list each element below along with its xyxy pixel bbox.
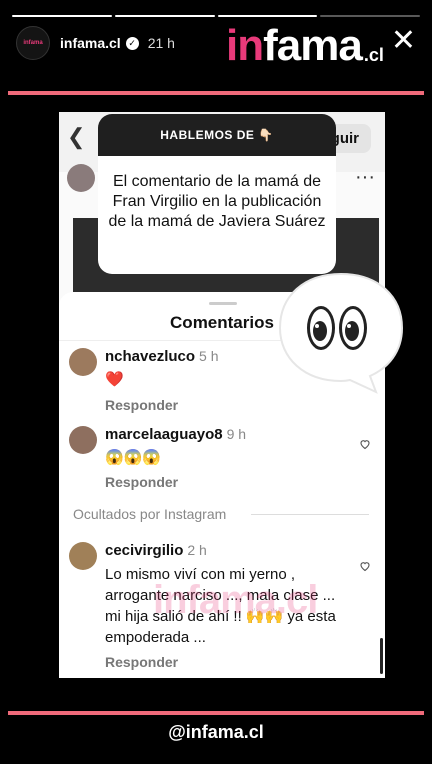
question-body: El comentario de la mamá de Fran Virgili… [108,173,326,230]
comment-author: cecivirgilio 2 h [105,542,207,559]
logo-suffix: .cl [363,45,384,65]
comment-username: nchavezluco [105,348,196,365]
back-arrow-icon: ❮ [67,124,86,149]
close-icon[interactable]: ✕ [391,26,416,56]
comment-time: 2 h [187,542,207,558]
heart-outline-icon [360,440,370,450]
comment-time: 5 h [199,348,219,364]
question-sticker[interactable]: HABLEMOS DE 👇🏻 El comentario de la mamá … [98,114,336,274]
reply-button: Responder [105,474,179,490]
sheet-grabber [209,302,237,305]
left-eye [307,306,335,350]
progress-segment [12,15,112,17]
progress-segment [114,15,215,17]
top-divider [8,91,424,95]
post-author-avatar [67,164,95,192]
comment-text: 😱😱😱 [105,449,162,466]
comment-avatar [69,426,97,454]
story-progress-bar [12,15,420,17]
comment-avatar [69,348,97,376]
verified-badge-icon: ✓ [125,36,139,50]
comment-author: marcelaaguayo8 9 h [105,426,246,443]
reply-button: Responder [105,397,179,413]
logo-fama: fama [263,21,363,70]
right-eye [339,306,367,350]
comment-author: nchavezluco 5 h [105,348,219,365]
hidden-comments-label: Ocultados por Instagram [73,506,227,522]
comment-username: marcelaaguayo8 [105,426,223,443]
eyes-emoji-icon [307,306,367,350]
account-avatar[interactable]: infama [16,26,50,60]
logo-in: in [226,21,264,70]
comment-avatar [69,542,97,570]
story-handle: @infama.cl [168,722,264,742]
question-header: HABLEMOS DE 👇🏻 [98,114,336,156]
avatar-logo-text: infama [23,40,43,46]
brand-logo: infama .cl [226,24,384,68]
reply-button: Responder [105,654,179,670]
comment-username: cecivirgilio [105,542,184,559]
more-options-icon: ··· [355,166,375,188]
heart-outline-icon [360,562,370,572]
scroll-indicator [380,638,383,674]
post-time: 21 h [147,35,175,51]
bottom-divider [8,711,424,715]
hidden-divider [251,514,369,515]
progress-segment [320,15,420,17]
comment-text: Lo mismo viví con mi yerno , arrogante n… [105,566,336,646]
progress-segment [217,15,318,17]
comment-time: 9 h [226,426,247,442]
account-name[interactable]: infama.cl [60,35,121,51]
